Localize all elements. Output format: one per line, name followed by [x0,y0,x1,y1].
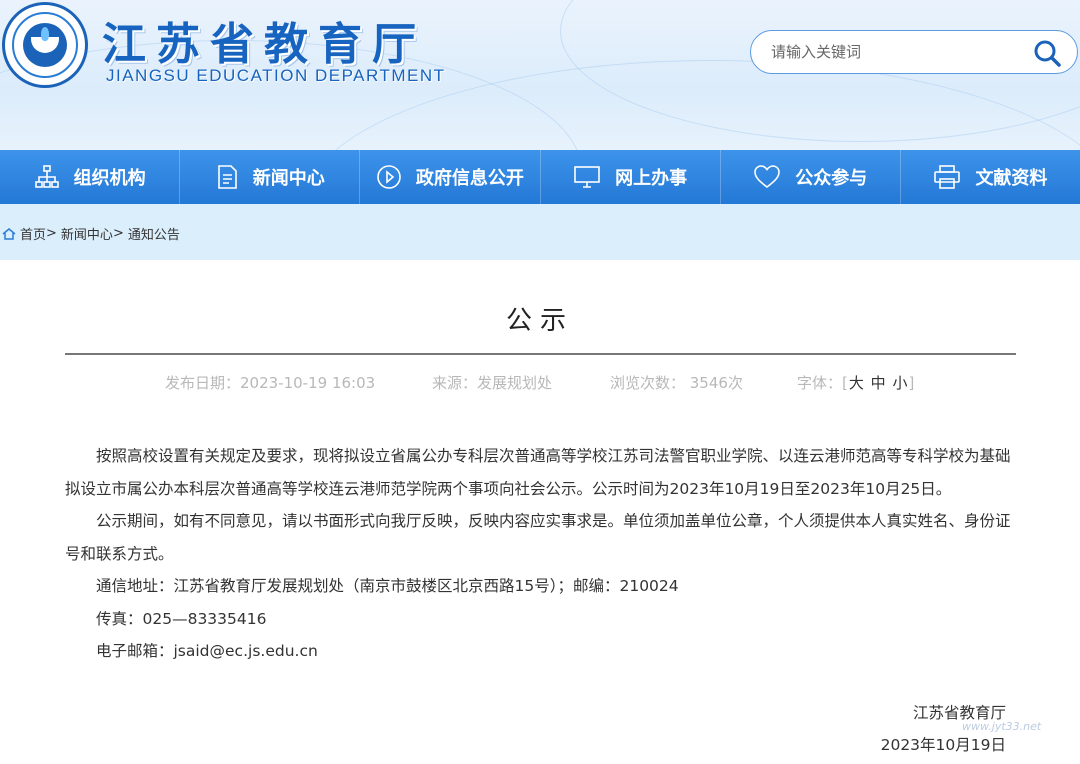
breadcrumb-news-link[interactable]: 新闻中心 [61,224,113,243]
nav-item-label: 公众参与 [795,168,868,189]
org-chart-icon [34,165,59,188]
document-icon [217,165,237,189]
site-title-cn: 江苏省教育厅 [102,19,426,70]
search-icon [1034,40,1061,67]
site-logo[interactable] [2,2,88,88]
publish-date: 发布日期：2023-10-19 16:03 [165,374,376,392]
nav-item-label: 新闻中心 [252,168,325,189]
nav-item-public-participation[interactable]: 公众参与 [721,150,901,204]
font-size-label: 字体： [797,374,843,392]
article-paragraph: 按照高校设置有关规定及要求，现将拟设立省属公办专科层次普通高等学校江苏司法警官职… [65,447,1011,498]
nav-item-news[interactable]: 新闻中心 [180,150,361,204]
logo-flame-icon [41,27,49,41]
article-title: 公示 [505,306,574,336]
article-source: 来源：发展规划处 [432,374,553,392]
article-paragraph: 公示期间，如有不同意见，请以书面形式向我厅反映，反映内容应实事求是。单位须加盖单… [65,512,1011,563]
breadcrumb-home-link[interactable]: 首页 [20,224,46,243]
nav-item-online-services[interactable]: 网上办事 [541,150,721,204]
nav-item-gov-info[interactable]: 政府信息公开 [360,150,541,204]
view-count: 浏览次数： 3546次 [610,374,743,392]
font-size-bracket: ] [908,374,915,392]
font-size-small-button[interactable]: 小 [891,374,908,392]
search-box [750,30,1078,74]
contact-fax: 传真：025—83335416 [96,609,267,628]
nav-item-label: 网上办事 [615,168,688,189]
font-size-control: 字体：[大 中 小] [797,372,914,393]
breadcrumb-notices-link[interactable]: 通知公告 [128,224,180,243]
breadcrumb: 首页 > 新闻中心 > 通知公告 [2,224,180,243]
breadcrumb-bar: 首页 > 新闻中心 > 通知公告 [0,204,1080,260]
nav-item-label: 文献资料 [975,168,1048,189]
nav-item-documents[interactable]: 文献资料 [901,150,1080,204]
heart-icon [754,165,781,189]
printer-icon [934,165,961,189]
title-divider [65,353,1016,355]
nav-item-organization[interactable]: 组织机构 [0,150,181,204]
nav-item-label: 政府信息公开 [415,168,524,189]
play-icon [377,165,401,189]
font-size-bracket: [ [842,374,848,392]
signature-date: 2023年10月19日 [880,736,1006,754]
site-watermark: www.jyt33.net [962,720,1042,733]
breadcrumb-separator: > [46,226,57,241]
font-size-large-button[interactable]: 大 [848,374,865,392]
contact-email: 电子邮箱：jsaid@ec.js.edu.cn [96,642,318,660]
site-title-en: JIANGSU EDUCATION DEPARTMENT [106,66,446,85]
search-button[interactable] [1031,37,1063,69]
monitor-icon [574,166,600,188]
nav-item-label: 组织机构 [73,168,146,189]
contact-address: 通信地址：江苏省教育厅发展规划处（南京市鼓楼区北京西路15号）；邮编：21002… [96,577,679,595]
breadcrumb-separator: > [112,226,124,241]
article-body: 按照高校设置有关规定及要求，现将拟设立省属公办专科层次普通高等学校江苏司法警官职… [65,440,1016,668]
search-input[interactable] [771,41,1021,63]
site-header: 江苏省教育厅 JIANGSU EDUCATION DEPARTMENT [0,0,1080,150]
home-icon [2,227,16,240]
main-nav: 组织机构 新闻中心 政府信息公开 网上办事 公众参与 文献资料 [0,150,1080,204]
font-size-medium-button[interactable]: 中 [870,374,887,392]
